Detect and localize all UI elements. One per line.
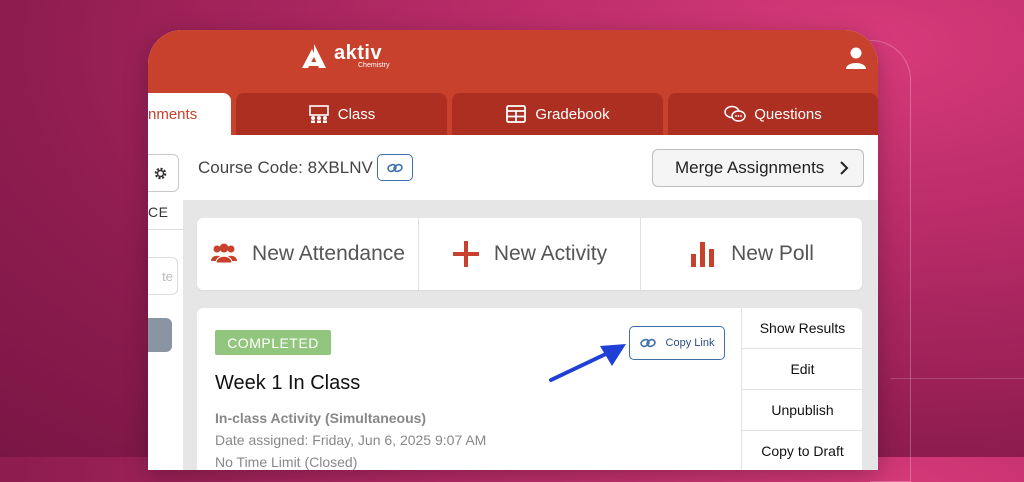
copy-link-button[interactable]: Copy Link (629, 326, 725, 360)
brand-name: aktiv (334, 42, 383, 64)
course-link-button[interactable] (377, 154, 413, 181)
app-window: aktiv Chemistry nments Class Gradebook Q… (148, 30, 878, 470)
copy-to-draft-button[interactable]: Copy to Draft (742, 431, 863, 470)
unpublish-button[interactable]: Unpublish (742, 390, 863, 431)
action-label: New Attendance (252, 242, 405, 265)
tab-label: Gradebook (535, 105, 610, 123)
filter-input[interactable]: te (148, 257, 178, 295)
tab-bar: nments Class Gradebook Questions (148, 93, 878, 135)
poll-icon (691, 242, 715, 267)
aktiv-logo-icon (302, 44, 326, 68)
action-label: New Poll (731, 242, 814, 265)
assignment-card: COMPLETED Week 1 In Class In-class Activ… (197, 308, 863, 470)
gradebook-icon (506, 105, 527, 123)
merge-assignments-button[interactable]: Merge Assignments (652, 149, 864, 187)
assignment-menu: Show Results Edit Unpublish Copy to Draf… (741, 308, 863, 470)
section-label: CE (148, 204, 169, 220)
gear-icon (154, 167, 167, 179)
new-activity-button[interactable]: New Activity (419, 218, 641, 290)
link-icon (639, 338, 656, 348)
tab-assignments[interactable]: nments (148, 93, 231, 135)
tab-gradebook[interactable]: Gradebook (452, 93, 663, 135)
tab-questions[interactable]: Questions (668, 93, 878, 135)
divider (148, 229, 183, 230)
brand-subtitle: Chemistry (358, 62, 390, 69)
new-attendance-button[interactable]: New Attendance (197, 218, 419, 290)
action-bar: New Attendance New Activity New Poll (197, 218, 862, 290)
chevron-right-icon (840, 161, 849, 175)
assignments-area: New Attendance New Activity New Poll COM… (183, 200, 878, 470)
questions-icon (724, 105, 746, 122)
action-label: New Activity (493, 242, 608, 265)
merge-label: Merge Assignments (675, 158, 825, 177)
attendance-icon (211, 243, 238, 264)
class-icon (308, 105, 329, 123)
left-panel-button[interactable] (148, 318, 172, 352)
tab-class[interactable]: Class (236, 93, 447, 135)
assignment-time-limit: No Time Limit (Closed) (215, 454, 358, 470)
tab-label: Questions (754, 105, 822, 123)
assignment-title[interactable]: Week 1 In Class (215, 372, 360, 395)
edit-button[interactable]: Edit (742, 349, 863, 390)
logo: aktiv Chemistry (300, 42, 390, 70)
copy-link-label: Copy Link (665, 337, 715, 349)
status-badge: COMPLETED (215, 330, 331, 355)
plus-icon (452, 241, 479, 267)
tab-label: Class (337, 105, 376, 123)
top-bar: aktiv Chemistry nments Class Gradebook Q… (148, 30, 878, 135)
assignment-date: Date assigned: Friday, Jun 6, 2025 9:07 … (215, 432, 487, 448)
left-panel: CE te (148, 135, 183, 470)
user-icon[interactable] (846, 47, 866, 69)
settings-button[interactable] (148, 154, 179, 192)
course-code: Course Code: 8XBLNV (198, 158, 373, 177)
show-results-button[interactable]: Show Results (742, 308, 863, 349)
pointer-arrow-icon (549, 344, 626, 382)
link-icon (387, 163, 403, 172)
background-curve (890, 378, 1024, 439)
new-poll-button[interactable]: New Poll (641, 218, 862, 290)
tab-label: nments (148, 105, 198, 123)
assignment-type: In-class Activity (Simultaneous) (215, 410, 427, 426)
